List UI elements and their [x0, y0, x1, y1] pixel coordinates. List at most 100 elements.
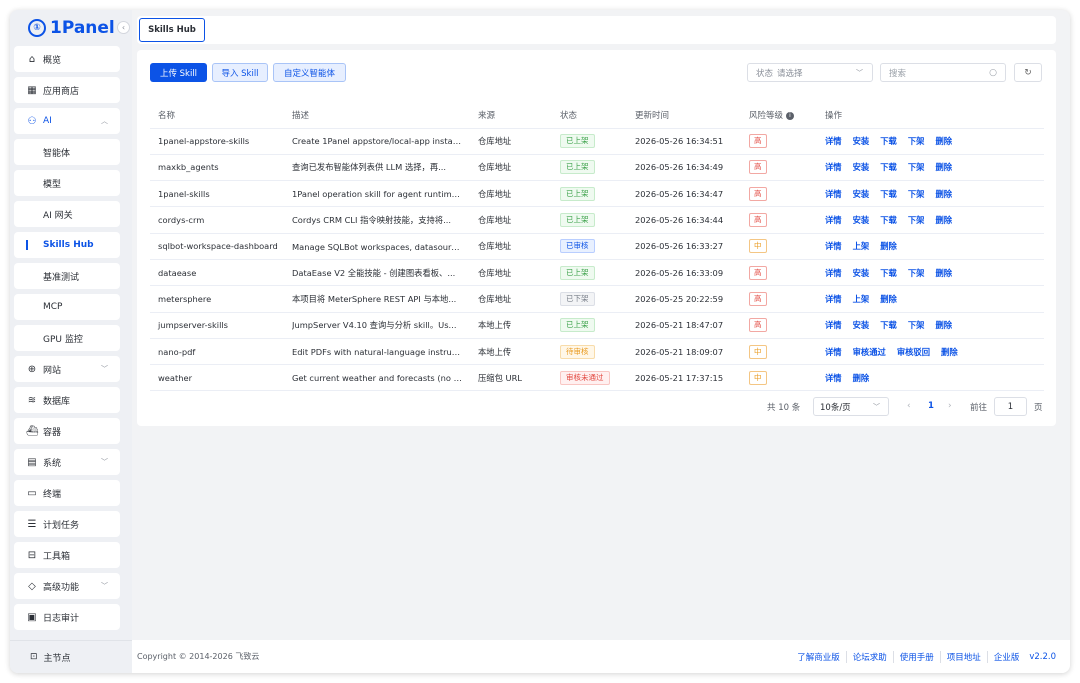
chevron-up-icon: ︿: [101, 117, 108, 125]
diamond-icon: ◇: [28, 580, 36, 592]
page-unit-label: 页: [1034, 403, 1043, 413]
search-icon: ○: [989, 67, 997, 78]
action-link[interactable]: 安装: [853, 136, 870, 146]
action-link[interactable]: 下架: [908, 162, 925, 172]
action-link[interactable]: 下载: [880, 268, 897, 278]
action-link[interactable]: 删除: [853, 373, 870, 383]
action-link[interactable]: 下架: [908, 320, 925, 330]
action-link[interactable]: 审核通过: [853, 347, 886, 357]
sidebar-item-benchmark[interactable]: 基准测试: [14, 263, 120, 289]
risk-badge: 高: [749, 186, 767, 201]
action-link[interactable]: 下载: [880, 320, 897, 330]
action-link[interactable]: 下架: [908, 215, 925, 225]
sidebar-item-database[interactable]: ≋ 数据库: [14, 387, 120, 413]
action-link[interactable]: 安装: [853, 162, 870, 172]
action-link[interactable]: 删除: [935, 215, 952, 225]
tab-skills-hub[interactable]: Skills Hub: [139, 18, 205, 42]
action-link[interactable]: 安装: [853, 268, 870, 278]
sidebar-item-agents[interactable]: 智能体: [14, 139, 120, 165]
action-link[interactable]: 删除: [941, 347, 958, 357]
chevron-down-icon: ﹀: [101, 458, 108, 466]
page-size-select[interactable]: 10条/页 ﹀: [813, 397, 889, 416]
action-link[interactable]: 删除: [935, 320, 952, 330]
refresh-button[interactable]: ↻: [1014, 63, 1042, 82]
custom-agent-button[interactable]: 自定义智能体: [273, 63, 346, 82]
sidebar-item-overview[interactable]: ⌂ 概览: [14, 46, 120, 72]
logo[interactable]: ① 1Panel: [28, 16, 115, 40]
action-link[interactable]: 删除: [880, 241, 897, 251]
action-link[interactable]: 审核驳回: [897, 347, 930, 357]
skills-table: 名称 描述 来源 状态 更新时间 风险等级 i 操作 1panel-appstor…: [150, 103, 1044, 392]
action-link[interactable]: 安装: [853, 215, 870, 225]
sidebar-item-ai[interactable]: ⚇ AI ︿: [14, 108, 120, 134]
action-link[interactable]: 详情: [825, 162, 842, 172]
action-link[interactable]: 详情: [825, 189, 842, 199]
action-link[interactable]: 下架: [908, 136, 925, 146]
goto-page-input[interactable]: 1: [994, 397, 1027, 416]
actions-cell: 详情 安装 下载 下架 删除: [817, 258, 1044, 286]
search-input[interactable]: 搜索 ○: [880, 63, 1006, 82]
sidebar-item-app-store[interactable]: ▦ 应用商店: [14, 77, 120, 103]
action-link[interactable]: 下载: [880, 189, 897, 199]
status-filter-select[interactable]: 状态 请选择 ﹀: [747, 63, 873, 82]
sidebar-item-container[interactable]: ⛴ 容器: [14, 418, 120, 444]
action-link[interactable]: 详情: [825, 268, 842, 278]
action-link[interactable]: 删除: [935, 268, 952, 278]
sidebar-item-label: 概览: [43, 55, 62, 66]
action-link[interactable]: 删除: [935, 136, 952, 146]
collapse-sidebar-button[interactable]: ‹: [117, 21, 130, 34]
import-skill-button[interactable]: 导入 Skill: [212, 63, 268, 82]
sidebar-item-models[interactable]: 模型: [14, 170, 120, 196]
action-link[interactable]: 上架: [853, 294, 870, 304]
sidebar-item-gpu-monitor[interactable]: GPU 监控: [14, 325, 120, 351]
action-link[interactable]: 删除: [935, 189, 952, 199]
action-link[interactable]: 上架: [853, 241, 870, 251]
action-link[interactable]: 下载: [880, 162, 897, 172]
footer-link-enterprise[interactable]: 企业版: [986, 650, 1026, 663]
status-badge: 已上架: [560, 186, 595, 201]
action-link[interactable]: 安装: [853, 189, 870, 199]
footer-link-business[interactable]: 了解商业版: [791, 651, 846, 663]
status-badge: 已审核: [560, 239, 595, 254]
sidebar-item-website[interactable]: ⊕ 网站 ﹀: [14, 356, 120, 382]
risk-badge: 中: [749, 344, 767, 359]
action-link[interactable]: 详情: [825, 373, 842, 383]
updated-time: 2026-05-26 16:33:09: [627, 258, 741, 286]
sidebar-item-log-audit[interactable]: ▣ 日志审计: [14, 604, 120, 630]
action-link[interactable]: 详情: [825, 320, 842, 330]
info-icon[interactable]: i: [786, 111, 795, 120]
sidebar-item-system[interactable]: ▤ 系统 ﹀: [14, 449, 120, 475]
node-switcher[interactable]: ⊡ 主节点: [10, 640, 132, 673]
sidebar-item-cron-jobs[interactable]: ☰ 计划任务: [14, 511, 120, 537]
action-link[interactable]: 下架: [908, 268, 925, 278]
action-link[interactable]: 详情: [825, 136, 842, 146]
sidebar-item-mcp[interactable]: MCP: [14, 294, 120, 320]
action-link[interactable]: 下载: [880, 215, 897, 225]
actions-cell: 详情 审核通过 审核驳回 删除: [817, 337, 1044, 365]
footer-link-project[interactable]: 项目地址: [939, 650, 987, 663]
risk-badge: 高: [749, 291, 767, 306]
page-number-current[interactable]: 1: [928, 401, 934, 411]
action-link[interactable]: 删除: [880, 294, 897, 304]
risk-cell: 高: [741, 206, 817, 234]
action-link[interactable]: 详情: [825, 241, 842, 251]
sidebar-item-skills-hub[interactable]: Skills Hub: [14, 232, 120, 258]
action-link[interactable]: 下架: [908, 189, 925, 199]
sidebar-item-ai-gateway[interactable]: AI 网关: [14, 201, 120, 227]
upload-skill-button[interactable]: 上传 Skill: [150, 63, 207, 82]
next-page-button[interactable]: ›: [948, 401, 952, 411]
action-link[interactable]: 下载: [880, 136, 897, 146]
footer-link-forum[interactable]: 论坛求助: [845, 650, 893, 663]
sidebar-item-advanced[interactable]: ◇ 高级功能 ﹀: [14, 573, 120, 599]
action-link[interactable]: 安装: [853, 320, 870, 330]
footer-link-manual[interactable]: 使用手册: [892, 650, 940, 663]
action-link[interactable]: 详情: [825, 294, 842, 304]
action-link[interactable]: 详情: [825, 347, 842, 357]
action-link[interactable]: 删除: [935, 162, 952, 172]
skill-name: weather: [150, 364, 284, 392]
action-link[interactable]: 详情: [825, 215, 842, 225]
sidebar-item-label: 高级功能: [43, 582, 80, 593]
sidebar-item-terminal[interactable]: ▭ 终端: [14, 480, 120, 506]
prev-page-button[interactable]: ‹: [907, 401, 911, 411]
sidebar-item-toolbox[interactable]: ⊟ 工具箱: [14, 542, 120, 568]
